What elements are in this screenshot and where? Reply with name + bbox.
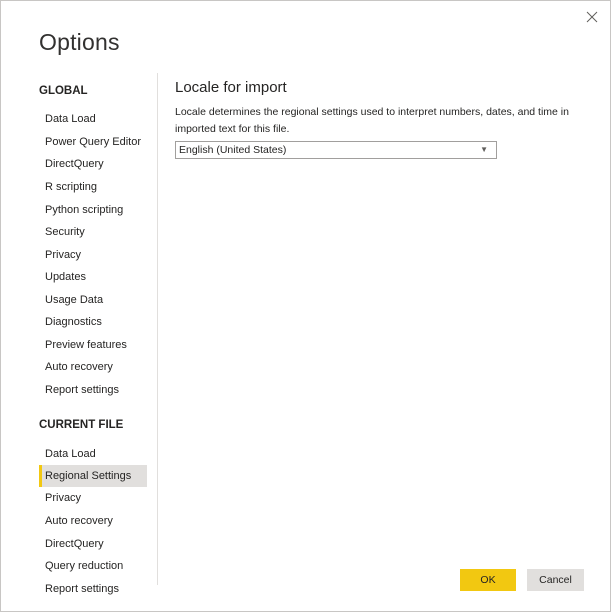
sidebar-item-global-preview-features[interactable]: Preview features [39, 334, 147, 356]
close-icon[interactable] [584, 9, 600, 25]
locale-select-value: English (United States) [179, 144, 287, 156]
sidebar-item-file-report-settings[interactable]: Report settings [39, 578, 147, 600]
chevron-down-icon[interactable]: ▼ [480, 142, 488, 158]
sidebar-item-global-report-settings[interactable]: Report settings [39, 379, 147, 401]
locale-select[interactable]: English (United States) ▼ [175, 141, 497, 159]
options-sidebar: GLOBAL Data Load Power Query Editor Dire… [39, 73, 158, 595]
sidebar-item-global-diagnostics[interactable]: Diagnostics [39, 311, 147, 333]
sidebar-item-global-security[interactable]: Security [39, 221, 147, 243]
sidebar-item-global-auto-recovery[interactable]: Auto recovery [39, 356, 147, 378]
sidebar-item-file-regional-settings[interactable]: Regional Settings [39, 465, 147, 487]
sidebar-item-global-usage-data[interactable]: Usage Data [39, 289, 147, 311]
regional-settings-panel: Locale for import Locale determines the … [175, 79, 595, 159]
sidebar-item-global-directquery[interactable]: DirectQuery [39, 153, 147, 175]
cancel-button[interactable]: Cancel [527, 569, 584, 591]
sidebar-item-file-directquery[interactable]: DirectQuery [39, 533, 147, 555]
sidebar-item-global-data-load[interactable]: Data Load [39, 108, 147, 130]
sidebar-item-global-privacy[interactable]: Privacy [39, 244, 147, 266]
dialog-title: Options [39, 29, 120, 55]
sidebar-item-file-privacy[interactable]: Privacy [39, 487, 147, 509]
close-button[interactable] [584, 9, 600, 25]
sidebar-item-global-r-scripting[interactable]: R scripting [39, 176, 147, 198]
current-file-section-header: CURRENT FILE [39, 419, 124, 431]
section-description: Locale determines the regional settings … [175, 106, 569, 135]
sidebar-item-global-python-scripting[interactable]: Python scripting [39, 199, 147, 221]
sidebar-item-file-data-load[interactable]: Data Load [39, 443, 147, 465]
section-heading: Locale for import [175, 79, 287, 96]
sidebar-item-global-updates[interactable]: Updates [39, 266, 147, 288]
options-dialog: Options GLOBAL Data Load Power Query Edi… [0, 0, 611, 612]
ok-button[interactable]: OK [460, 569, 516, 591]
sidebar-item-file-query-reduction[interactable]: Query reduction [39, 555, 147, 577]
sidebar-item-file-auto-recovery[interactable]: Auto recovery [39, 510, 147, 532]
global-section-header: GLOBAL [39, 85, 88, 97]
sidebar-item-global-power-query-editor[interactable]: Power Query Editor [39, 131, 147, 153]
